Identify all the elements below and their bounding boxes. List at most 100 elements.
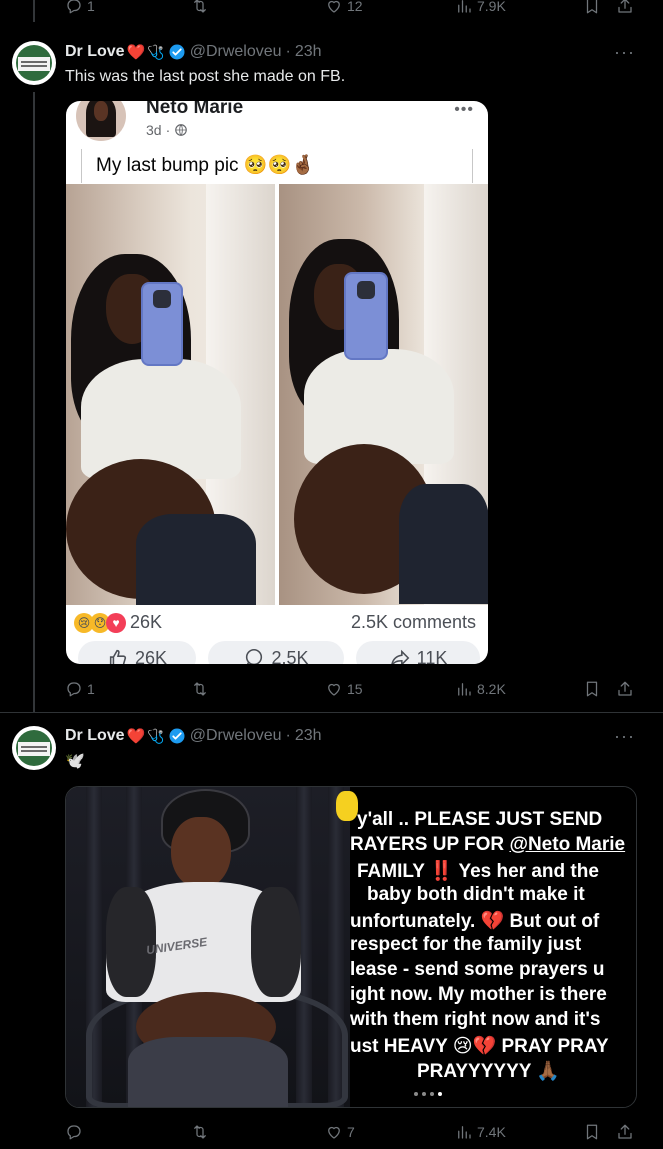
story-line: PRAYYYYYY 🙏🏾 bbox=[417, 1061, 561, 1082]
heart-emoji: ❤️ bbox=[126, 728, 146, 745]
story-mention: @Neto Marie bbox=[509, 834, 626, 855]
separator: · bbox=[285, 43, 291, 60]
fb-caption: My last bump pic 🥺🥺🤞🏾 bbox=[96, 155, 315, 176]
reply-icon bbox=[67, 1125, 81, 1140]
verified-icon[interactable] bbox=[168, 43, 186, 61]
reply-icon bbox=[67, 0, 81, 14]
views-icon bbox=[458, 0, 471, 13]
story-line: lease - send some prayers u bbox=[350, 959, 605, 980]
fb-like-button: 26K bbox=[78, 641, 196, 664]
reply-button[interactable]: 1 bbox=[65, 0, 95, 15]
stethoscope-emoji: 🩺 bbox=[147, 727, 165, 744]
love-reaction-icon: ♥ bbox=[106, 612, 126, 633]
retweet-button[interactable] bbox=[191, 680, 209, 698]
story-line: y'all .. PLEASE JUST SEND bbox=[357, 809, 603, 830]
views-count: 7.9K bbox=[477, 0, 506, 14]
carousel-dots bbox=[414, 1092, 442, 1096]
bookmark-button[interactable] bbox=[583, 0, 601, 15]
share-arrow-icon bbox=[390, 649, 409, 664]
tweet1-action-bar: 1 15 8.2K bbox=[65, 678, 635, 700]
fb-more-icon: ••• bbox=[454, 101, 474, 118]
retweet-button[interactable] bbox=[191, 0, 209, 15]
share-button[interactable] bbox=[616, 0, 634, 15]
avatar[interactable] bbox=[12, 41, 56, 85]
top-action-bar: 1 12 7.9K bbox=[65, 0, 635, 17]
handle[interactable]: @Drweloveu bbox=[190, 43, 282, 61]
like-button[interactable]: 15 bbox=[325, 680, 363, 698]
like-icon bbox=[328, 1126, 340, 1139]
views-button[interactable]: 7.9K bbox=[455, 0, 506, 15]
fb-comment-count: 2.5K comments bbox=[350, 612, 476, 632]
retweet-button[interactable] bbox=[191, 1123, 209, 1141]
views-button[interactable]: 8.2K bbox=[455, 680, 506, 698]
photo-woman: UNIVERSE bbox=[66, 787, 350, 1107]
story-line: ight now. My mother is there bbox=[350, 984, 607, 1005]
avatar[interactable] bbox=[12, 726, 56, 770]
like-count: 7 bbox=[347, 1124, 355, 1140]
story-line: unfortunately. 💔 But out of bbox=[350, 911, 600, 932]
like-count: 15 bbox=[347, 681, 363, 697]
fb-reaction-count: 26K bbox=[130, 612, 163, 632]
bookmark-button[interactable] bbox=[583, 680, 601, 698]
fb-comment-button: 2.5K bbox=[208, 641, 344, 664]
share-icon bbox=[618, 1124, 632, 1139]
story-line: respect for the family just bbox=[350, 934, 582, 955]
tweet2-action-bar: 7 7.4K bbox=[65, 1121, 635, 1143]
reply-count: 1 bbox=[87, 681, 95, 697]
bookmark-button[interactable] bbox=[583, 1123, 601, 1141]
tweet-divider bbox=[0, 712, 663, 713]
reply-count: 1 bbox=[87, 0, 95, 14]
more-options-icon[interactable]: ··· bbox=[614, 726, 635, 747]
fb-reactions: 😢 😯 ♥ 26K bbox=[74, 612, 162, 633]
bookmark-icon bbox=[586, 681, 598, 697]
views-count: 8.2K bbox=[477, 681, 506, 697]
fb-time: 3d bbox=[146, 122, 162, 138]
story-line: FAMILY ‼️ Yes her and the bbox=[357, 861, 599, 882]
views-count: 7.4K bbox=[477, 1124, 506, 1140]
share-button[interactable] bbox=[616, 680, 634, 698]
reply-button[interactable] bbox=[65, 1123, 87, 1141]
share-icon bbox=[618, 681, 632, 696]
like-button[interactable]: 7 bbox=[325, 1123, 355, 1141]
more-options-icon[interactable]: ··· bbox=[614, 42, 635, 63]
handle[interactable]: @Drweloveu bbox=[190, 727, 282, 745]
separator: · bbox=[285, 727, 291, 744]
fb-avatar bbox=[76, 101, 126, 141]
verified-icon[interactable] bbox=[168, 727, 186, 745]
bookmark-icon bbox=[586, 1124, 598, 1140]
display-name[interactable]: Dr Love bbox=[65, 727, 125, 745]
tweet-header: Dr Love ❤️ 🩺 @Drweloveu · 23h bbox=[65, 43, 322, 61]
tweet-header: Dr Love ❤️ 🩺 @Drweloveu · 23h bbox=[65, 727, 322, 745]
like-count: 12 bbox=[347, 0, 363, 14]
tweet-text: This was the last post she made on FB. bbox=[65, 68, 346, 85]
thumbs-up-icon bbox=[109, 649, 127, 664]
retweet-icon bbox=[194, 0, 206, 13]
story-line: ust HEAVY 😢💔 PRAY PRAY bbox=[350, 1036, 609, 1057]
fb-post-image[interactable]: Neto Marie 3d · ••• My last bump pic 🥺🥺🤞… bbox=[66, 101, 488, 664]
bump-photo-left bbox=[66, 184, 275, 605]
bump-photo-right bbox=[279, 184, 488, 605]
fb-author-name: Neto Marie bbox=[146, 101, 244, 118]
tweet-text: 🕊️ bbox=[65, 753, 85, 770]
fb-share-button: 11K bbox=[356, 641, 480, 664]
timestamp[interactable]: 23h bbox=[295, 727, 322, 745]
retweet-icon bbox=[194, 682, 206, 696]
fb-meta: 3d · bbox=[146, 122, 188, 138]
comment-icon bbox=[246, 648, 263, 664]
share-button[interactable] bbox=[616, 1123, 634, 1141]
like-icon bbox=[328, 683, 340, 696]
like-button[interactable]: 12 bbox=[325, 0, 363, 15]
story-line: with them right now and it's bbox=[350, 1009, 601, 1030]
stethoscope-emoji: 🩺 bbox=[147, 43, 165, 60]
thread-line bbox=[33, 0, 35, 22]
display-name[interactable]: Dr Love bbox=[65, 43, 125, 61]
reply-button[interactable]: 1 bbox=[65, 680, 95, 698]
thread-line bbox=[33, 92, 35, 712]
story-line: baby both didn't make it bbox=[367, 884, 585, 905]
emoji-sticker-icon bbox=[336, 791, 358, 821]
timestamp[interactable]: 23h bbox=[295, 43, 322, 61]
retweet-icon bbox=[194, 1125, 206, 1139]
views-button[interactable]: 7.4K bbox=[455, 1123, 506, 1141]
views-icon bbox=[458, 1126, 471, 1139]
globe-icon bbox=[175, 124, 188, 136]
